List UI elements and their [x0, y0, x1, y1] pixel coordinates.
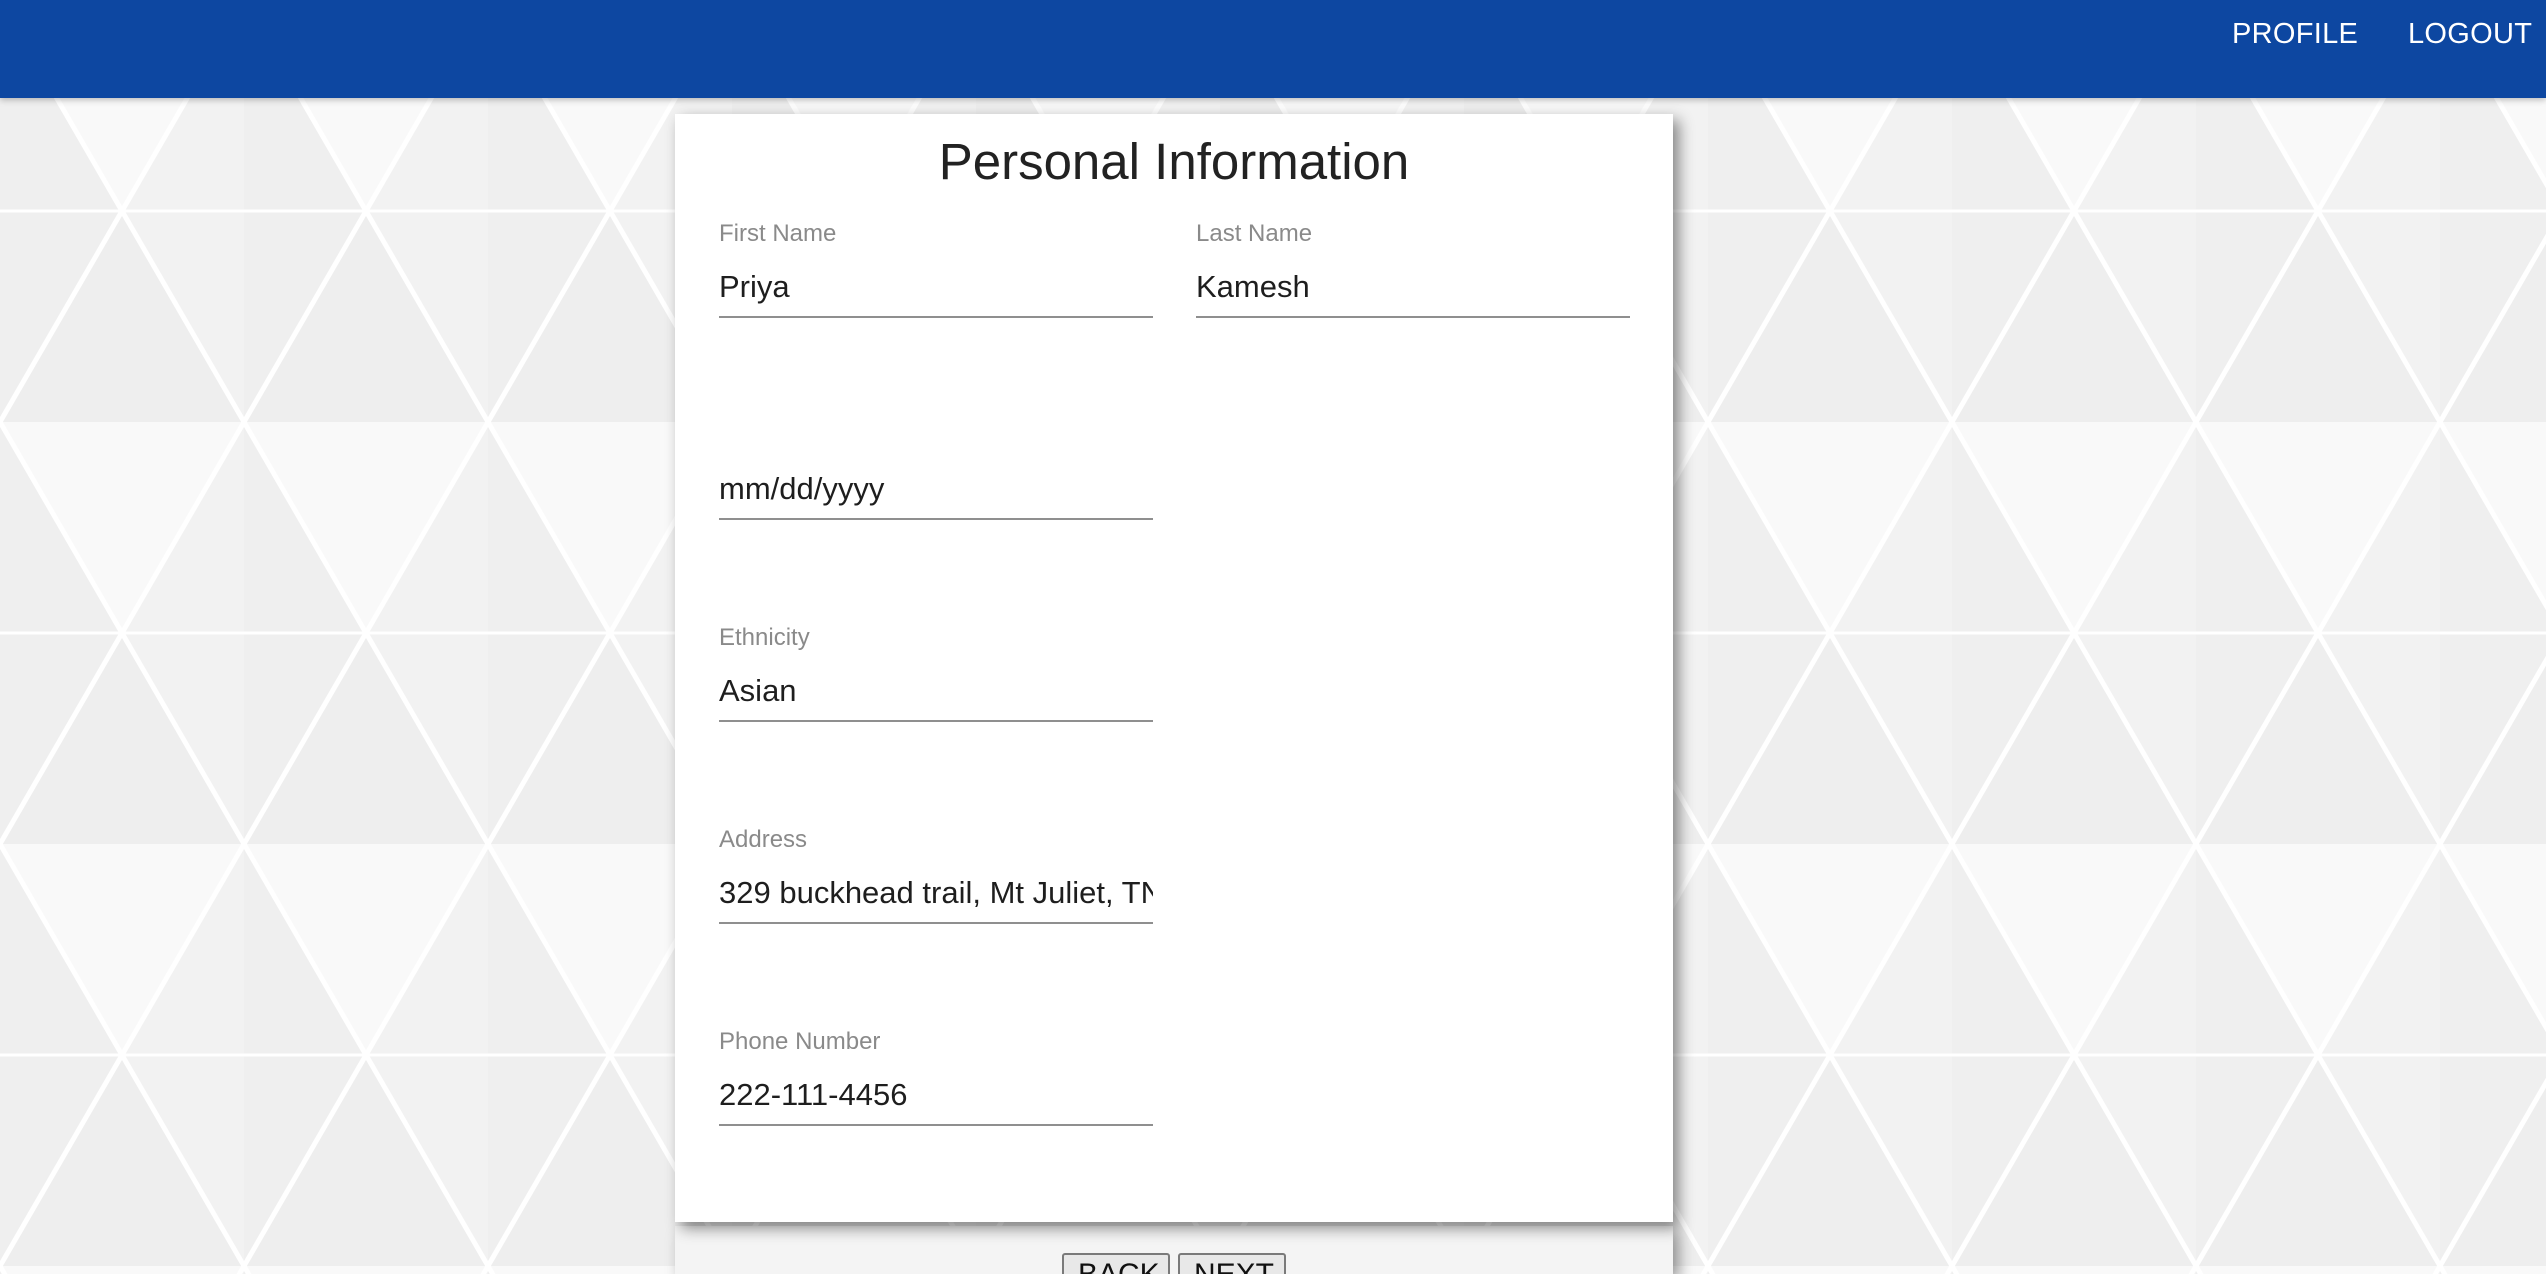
address-label: Address — [719, 826, 808, 853]
personal-info-card: Personal Information First Name Last Nam… — [675, 114, 1673, 1222]
logout-link[interactable]: LOGOUT — [2408, 0, 2532, 68]
last-name-input[interactable] — [1196, 258, 1630, 318]
date-of-birth-input[interactable] — [719, 460, 1153, 520]
top-app-bar: PROFILE LOGOUT — [0, 0, 2546, 98]
ethnicity-input[interactable] — [719, 662, 1153, 722]
first-name-label: First Name — [719, 220, 837, 247]
address-input[interactable] — [719, 864, 1153, 924]
phone-number-label: Phone Number — [719, 1028, 881, 1055]
ethnicity-label: Ethnicity — [719, 624, 810, 651]
phone-number-input[interactable] — [719, 1066, 1153, 1126]
first-name-input[interactable] — [719, 258, 1153, 318]
profile-link[interactable]: PROFILE — [2232, 0, 2358, 68]
actions-panel — [675, 1226, 1673, 1274]
last-name-label: Last Name — [1196, 220, 1313, 247]
next-button[interactable]: NEXT — [1178, 1253, 1286, 1274]
back-button[interactable]: BACK — [1062, 1253, 1170, 1274]
page-title: Personal Information — [938, 133, 1410, 190]
